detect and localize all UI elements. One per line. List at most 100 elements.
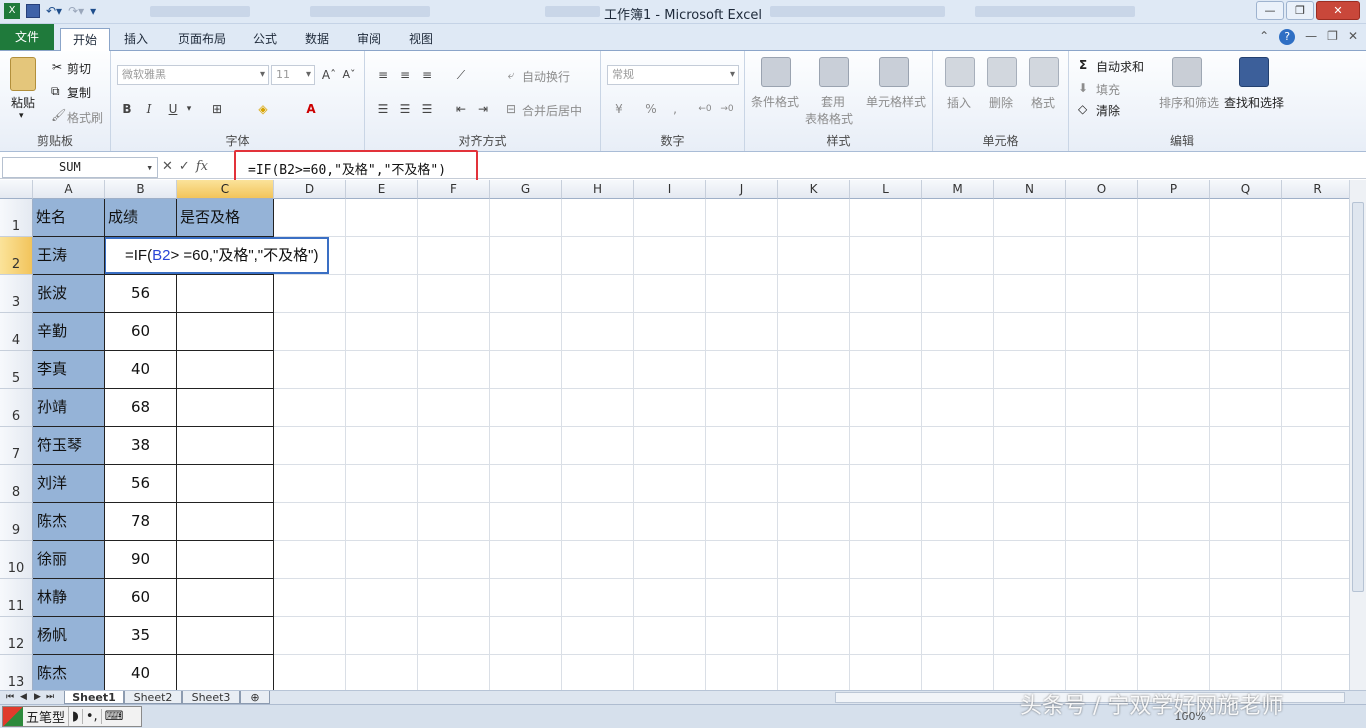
header-cell-score[interactable]: 成绩 [105, 199, 177, 237]
font-size-select[interactable]: 11 [271, 65, 315, 85]
paste-icon[interactable] [10, 57, 36, 91]
name-cell[interactable]: 陈杰 [33, 655, 105, 690]
align-middle-icon[interactable]: ≡ [395, 65, 415, 85]
select-all-corner[interactable] [0, 180, 33, 199]
name-cell[interactable]: 李真 [33, 351, 105, 389]
name-cell[interactable]: 张波 [33, 275, 105, 313]
column-header-e[interactable]: E [346, 180, 418, 199]
tab-home[interactable]: 开始 [60, 28, 110, 51]
score-cell[interactable]: 35 [105, 617, 177, 655]
tab-formulas[interactable]: 公式 [245, 28, 285, 50]
clear-icon[interactable]: ◇ [1078, 102, 1087, 116]
row-header-3[interactable]: 3 [0, 275, 33, 313]
cut-button[interactable]: 剪切 [67, 60, 91, 77]
name-cell[interactable]: 辛勤 [33, 313, 105, 351]
column-header-h[interactable]: H [562, 180, 634, 199]
score-cell[interactable]: 60 [105, 313, 177, 351]
fill-color-icon[interactable]: ◈ [253, 99, 273, 119]
vertical-scrollbar[interactable] [1349, 180, 1366, 690]
copy-icon[interactable]: ⧉ [51, 84, 60, 99]
name-cell[interactable]: 徐丽 [33, 541, 105, 579]
sort-filter-icon[interactable] [1172, 57, 1202, 87]
close-icon[interactable]: ✕ [1316, 1, 1360, 20]
delete-cells-icon[interactable] [987, 57, 1017, 87]
sheet-tab-2[interactable]: Sheet2 [124, 691, 182, 704]
row-header-5[interactable]: 5 [0, 351, 33, 389]
result-cell[interactable] [177, 313, 274, 351]
row-header-10[interactable]: 10 [0, 541, 33, 579]
grow-font-button[interactable]: Aˆ [319, 65, 339, 85]
format-cells-button[interactable]: 格式 [1031, 94, 1055, 111]
score-cell[interactable]: 40 [105, 351, 177, 389]
percent-button[interactable]: % [641, 99, 661, 119]
number-format-select[interactable]: 常规 [607, 65, 739, 85]
ime-toolbar[interactable]: 五笔型 ◗ •, ⌨ [2, 706, 142, 727]
align-right-icon[interactable]: ☰ [417, 99, 437, 119]
name-cell[interactable]: 符玉琴 [33, 427, 105, 465]
orientation-icon[interactable]: ⟋ [451, 65, 471, 85]
name-box[interactable]: SUM [2, 157, 158, 178]
tab-data[interactable]: 数据 [297, 28, 337, 50]
name-cell[interactable]: 林静 [33, 579, 105, 617]
wrap-text-icon[interactable]: ⤶ [501, 65, 521, 85]
format-as-table-button[interactable]: 套用 [821, 93, 845, 110]
tab-review[interactable]: 审阅 [349, 28, 389, 50]
new-sheet-icon[interactable]: ⊕ [240, 691, 270, 704]
score-cell[interactable]: 90 [105, 541, 177, 579]
minimize-icon[interactable]: — [1256, 1, 1284, 20]
cell-styles-icon[interactable] [879, 57, 909, 87]
sort-filter-button[interactable]: 排序和筛选 [1159, 94, 1219, 111]
tab-view[interactable]: 视图 [401, 28, 441, 50]
paste-dropdown-icon[interactable]: ▾ [19, 111, 24, 121]
align-bottom-icon[interactable]: ≡ [417, 65, 437, 85]
prev-sheet-icon[interactable]: ◀ [20, 692, 27, 702]
minimize-ribbon-icon[interactable]: ⌃ [1259, 29, 1269, 45]
format-cells-icon[interactable] [1029, 57, 1059, 87]
result-cell[interactable] [177, 541, 274, 579]
half-width-icon[interactable]: ◗ [69, 709, 83, 724]
row-header-2[interactable]: 2 [0, 237, 33, 275]
font-color-icon[interactable]: A [301, 99, 321, 119]
column-header-p[interactable]: P [1138, 180, 1210, 199]
column-header-d[interactable]: D [274, 180, 346, 199]
name-cell[interactable]: 陈杰 [33, 503, 105, 541]
find-select-icon[interactable] [1239, 57, 1269, 87]
conditional-format-icon[interactable] [761, 57, 791, 87]
result-cell[interactable] [177, 389, 274, 427]
row-header-11[interactable]: 11 [0, 579, 33, 617]
row-header-4[interactable]: 4 [0, 313, 33, 351]
name-cell[interactable]: 刘洋 [33, 465, 105, 503]
copy-button[interactable]: 复制 [67, 84, 91, 101]
cell-styles-button[interactable]: 单元格样式 [866, 93, 926, 110]
score-cell[interactable]: 56 [105, 275, 177, 313]
decrease-indent-icon[interactable]: ⇤ [451, 99, 471, 119]
doc-restore-icon[interactable]: ❐ [1327, 29, 1338, 45]
column-header-r[interactable]: R [1282, 180, 1354, 199]
autosum-button[interactable]: 自动求和 [1096, 58, 1144, 75]
result-cell[interactable] [177, 579, 274, 617]
score-cell[interactable]: 60 [105, 579, 177, 617]
doc-minimize-icon[interactable]: — [1305, 29, 1317, 45]
result-cell[interactable] [177, 351, 274, 389]
result-cell[interactable] [177, 275, 274, 313]
sheet-tab-1[interactable]: Sheet1 [64, 691, 124, 704]
row-header-12[interactable]: 12 [0, 617, 33, 655]
insert-function-icon[interactable]: fx [196, 159, 208, 174]
last-sheet-icon[interactable]: ⏭ [46, 692, 54, 702]
score-cell[interactable]: 68 [105, 389, 177, 427]
result-cell[interactable] [177, 617, 274, 655]
score-cell[interactable]: 78 [105, 503, 177, 541]
score-cell[interactable]: 38 [105, 427, 177, 465]
first-sheet-icon[interactable]: ⏮ [6, 692, 14, 702]
delete-cells-button[interactable]: 删除 [989, 94, 1013, 111]
result-cell[interactable] [177, 427, 274, 465]
fill-icon[interactable]: ⬇ [1078, 81, 1088, 95]
row-header-1[interactable]: 1 [0, 199, 33, 237]
row-header-9[interactable]: 9 [0, 503, 33, 541]
align-left-icon[interactable]: ☰ [373, 99, 393, 119]
shrink-font-button[interactable]: Aˇ [339, 65, 359, 85]
format-painter-button[interactable]: 格式刷 [67, 109, 103, 126]
maximize-icon[interactable]: ❐ [1286, 1, 1314, 20]
currency-icon[interactable]: ¥ [609, 99, 629, 119]
column-header-f[interactable]: F [418, 180, 490, 199]
